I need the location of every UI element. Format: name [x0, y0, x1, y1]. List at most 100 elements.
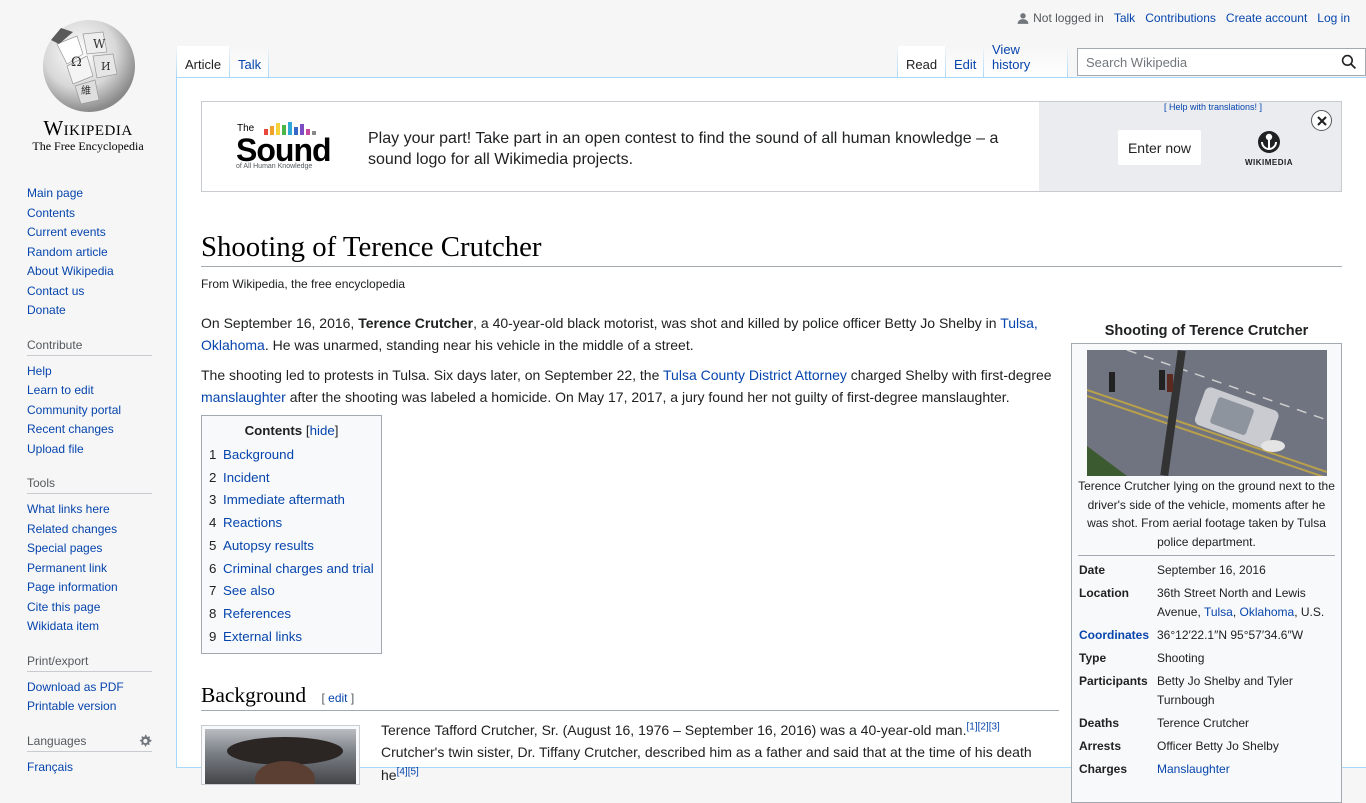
- sidebar-nav-link-4[interactable]: About Wikipedia: [27, 264, 114, 278]
- toc-item[interactable]: 7 See also: [209, 580, 374, 603]
- contribute-portal: Contribute Help Learn to edit Community po…: [27, 338, 152, 460]
- content-area: The Sound of All Human Knowledge Play yo…: [176, 77, 1366, 803]
- gear-icon[interactable]: [138, 734, 152, 748]
- sidebar-contribute-link-2[interactable]: Community portal: [27, 403, 121, 417]
- sidebar-print-link-1[interactable]: Printable version: [27, 699, 116, 713]
- tab-edit[interactable]: Edit: [946, 46, 983, 78]
- page-title: Shooting of Terence Crutcher: [201, 229, 1342, 268]
- toc-item[interactable]: 3 Immediate aftermath: [209, 489, 374, 512]
- toc-item[interactable]: 5 Autopsy results: [209, 535, 374, 558]
- sidebar-tools-link-6[interactable]: Wikidata item: [27, 619, 99, 633]
- sidebar-contribute-link-0[interactable]: Help: [27, 364, 52, 378]
- infobox-tulsa-link[interactable]: Tulsa: [1204, 605, 1233, 619]
- print-portal: Print/export Download as PDF Printable ve…: [27, 654, 152, 717]
- toc-link[interactable]: Immediate aftermath: [223, 492, 345, 507]
- toc-link[interactable]: Background: [223, 447, 294, 462]
- aerial-photo[interactable]: [1086, 350, 1327, 476]
- toc-hide-link[interactable]: hide: [310, 423, 335, 438]
- sidebar-tools-link-0[interactable]: What links here: [27, 502, 110, 516]
- sidebar-nav-link-3[interactable]: Random article: [27, 245, 108, 259]
- article-body: On September 16, 2016, Terence Crutcher,…: [201, 312, 1061, 416]
- sidebar-tools-link-2[interactable]: Special pages: [27, 541, 102, 555]
- nav-portal: Main page Contents Current events Random ar…: [27, 184, 152, 321]
- enter-now-button[interactable]: Enter now: [1118, 130, 1201, 165]
- toc-item[interactable]: 4 Reactions: [209, 512, 374, 535]
- infobox-oklahoma-link[interactable]: Oklahoma: [1240, 605, 1295, 619]
- portrait-image: [227, 737, 343, 784]
- close-icon: [1316, 115, 1327, 126]
- sidebar-nav-link-1[interactable]: Contents: [27, 206, 75, 220]
- sidebar-contribute-link-1[interactable]: Learn to edit: [27, 383, 94, 397]
- toc-item[interactable]: 9 External links: [209, 626, 374, 649]
- tab-talk[interactable]: Talk: [230, 46, 268, 78]
- toc-link[interactable]: Autopsy results: [223, 538, 314, 553]
- sidebar-tools-link-1[interactable]: Related changes: [27, 522, 117, 536]
- sidebar-nav-link-6[interactable]: Donate: [27, 303, 66, 317]
- sidebar-contribute-link-4[interactable]: Upload file: [27, 442, 84, 456]
- not-logged-in-label: Not logged in: [1033, 11, 1104, 25]
- tagline: The Free Encyclopedia: [32, 139, 144, 153]
- talk-link[interactable]: Talk: [1114, 11, 1135, 25]
- crutcher-portrait-thumbnail[interactable]: [201, 725, 360, 785]
- search-icon[interactable]: [1341, 54, 1357, 70]
- sidebar-nav-link-2[interactable]: Current events: [27, 225, 106, 239]
- tab-view-history[interactable]: View history: [984, 42, 1067, 78]
- print-heading: Print/export: [27, 654, 152, 672]
- section-edit-link[interactable]: edit: [328, 691, 347, 705]
- tab-article[interactable]: Article: [177, 46, 229, 78]
- sidebar-tools-link-4[interactable]: Page information: [27, 580, 118, 594]
- languages-list: Français: [27, 758, 152, 778]
- reference-links-1[interactable]: [1][2][3]: [966, 721, 999, 732]
- manslaughter-link[interactable]: manslaughter: [201, 389, 286, 405]
- wordmark: Wikipedia: [43, 116, 133, 140]
- print-list: Download as PDF Printable version: [27, 678, 152, 717]
- infobox: Shooting of Terence Crutcher Terence Cru…: [1071, 323, 1342, 803]
- site-subtitle: From Wikipedia, the free encyclopedia: [201, 277, 406, 291]
- close-banner-button[interactable]: [1311, 110, 1332, 131]
- infobox-coordinates-link[interactable]: Coordinates: [1079, 628, 1149, 642]
- search-input[interactable]: [1084, 49, 1324, 75]
- wikipedia-logo[interactable]: Ω W И 維 Wikipedia The Free Encyclopedia: [0, 0, 176, 160]
- svg-text:維: 維: [81, 84, 91, 97]
- infobox-manslaughter-link[interactable]: Manslaughter: [1157, 762, 1230, 776]
- sidebar-language-link-0[interactable]: Français: [27, 760, 73, 774]
- tab-read[interactable]: Read: [898, 46, 945, 78]
- user-icon: [1017, 12, 1029, 24]
- infobox-image-caption: Terence Crutcher lying on the ground nex…: [1078, 479, 1335, 549]
- svg-text:W: W: [93, 37, 106, 51]
- sidebar-nav-link-0[interactable]: Main page: [27, 186, 83, 200]
- login-link[interactable]: Log in: [1317, 11, 1350, 25]
- help-translations-link[interactable]: [ Help with translations! ]: [1164, 102, 1262, 112]
- toc-link[interactable]: Incident: [223, 470, 270, 485]
- tools-portal: Tools What links here Related changes Spec…: [27, 476, 152, 637]
- sidebar: Main page Contents Current events Random ar…: [0, 180, 176, 777]
- toc-link[interactable]: Reactions: [223, 515, 282, 530]
- tools-list: What links here Related changes Special pa…: [27, 500, 152, 637]
- background-paragraph: Terence Tafford Crutcher, Sr. (August 16…: [381, 721, 1032, 783]
- svg-text:И: И: [101, 60, 111, 73]
- toc-link[interactable]: Criminal charges and trial: [223, 561, 374, 576]
- wikimedia-logo: WIKIMEDIA: [1239, 130, 1299, 167]
- puzzle-globe-icon: Ω W И 維: [43, 20, 135, 112]
- sidebar-tools-link-3[interactable]: Permanent link: [27, 561, 107, 575]
- toc-item[interactable]: 1 Background: [209, 444, 374, 467]
- svg-text:Ω: Ω: [71, 55, 82, 70]
- toc-item[interactable]: 2 Incident: [209, 467, 374, 490]
- languages-portal: Languages Français: [27, 734, 152, 778]
- contributions-link[interactable]: Contributions: [1145, 11, 1216, 25]
- sidebar-tools-link-5[interactable]: Cite this page: [27, 600, 100, 614]
- toc-item[interactable]: 6 Criminal charges and trial: [209, 558, 374, 581]
- sidebar-print-link-0[interactable]: Download as PDF: [27, 680, 124, 694]
- sidebar-contribute-link-3[interactable]: Recent changes: [27, 422, 114, 436]
- toc-link[interactable]: See also: [223, 583, 275, 598]
- search-box: [1077, 48, 1366, 76]
- toc-item[interactable]: 8 References: [209, 603, 374, 626]
- sidebar-nav-link-5[interactable]: Contact us: [27, 284, 84, 298]
- toc-link[interactable]: External links: [223, 629, 302, 644]
- district-attorney-link[interactable]: Tulsa County District Attorney: [663, 367, 847, 383]
- create-account-link[interactable]: Create account: [1226, 11, 1307, 25]
- contribute-list: Help Learn to edit Community portal Recent …: [27, 362, 152, 460]
- table-of-contents: Contents [hide] 1 Background 2 Incident 3 Imm…: [201, 415, 382, 655]
- central-notice-banner: The Sound of All Human Knowledge Play yo…: [201, 101, 1342, 192]
- toc-link[interactable]: References: [223, 606, 291, 621]
